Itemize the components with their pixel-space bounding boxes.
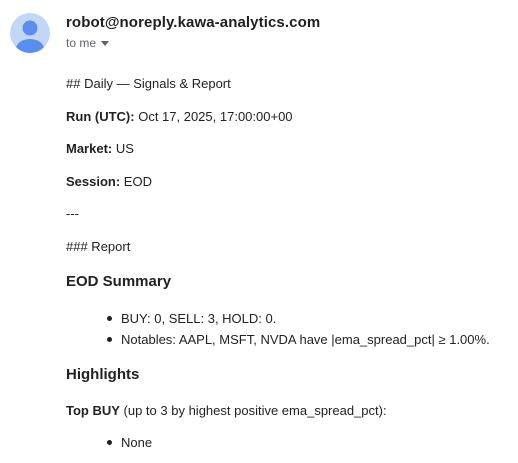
- market-label: Market:: [66, 141, 113, 156]
- top-buy-list: None: [66, 432, 152, 453]
- run-value: Oct 17, 2025, 17:00:00+00: [134, 109, 293, 124]
- run-label: Run (UTC):: [66, 109, 135, 124]
- separator-line: ---: [66, 206, 79, 221]
- list-item: None: [106, 432, 152, 453]
- report-heading: ### Report: [66, 239, 131, 254]
- session-label: Session:: [66, 174, 121, 189]
- top-buy-line: Top BUY (up to 3 by highest positive ema…: [66, 403, 387, 418]
- person-silhouette-icon: [16, 20, 44, 53]
- market-line: Market: US: [66, 141, 134, 156]
- email-message: robot@noreply.kawa-analytics.com to me #…: [0, 0, 518, 463]
- list-item: BUY: 0, SELL: 3, HOLD: 0.: [107, 308, 490, 329]
- run-line: Run (UTC): Oct 17, 2025, 17:00:00+00: [66, 109, 293, 124]
- market-value: US: [112, 141, 134, 156]
- caret-down-icon: [101, 41, 110, 46]
- sender-address[interactable]: robot@noreply.kawa-analytics.com: [66, 14, 320, 31]
- recipient-label: to me: [66, 36, 97, 50]
- eod-summary-list: BUY: 0, SELL: 3, HOLD: 0. Notables: AAPL…: [66, 308, 490, 350]
- sender-avatar[interactable]: [10, 13, 50, 53]
- top-buy-label: Top BUY: [66, 403, 120, 418]
- top-buy-rest: (up to 3 by highest positive ema_spread_…: [119, 403, 387, 418]
- list-item: Notables: AAPL, MSFT, NVDA have |ema_spr…: [107, 329, 490, 350]
- session-line: Session: EOD: [66, 174, 152, 189]
- highlights-title: Highlights: [66, 366, 140, 383]
- eod-summary-title: EOD Summary: [66, 273, 172, 290]
- heading-line: ## Daily — Signals & Report: [66, 76, 231, 91]
- recipient-details-toggle[interactable]: to me: [66, 36, 110, 50]
- session-value: EOD: [120, 174, 152, 189]
